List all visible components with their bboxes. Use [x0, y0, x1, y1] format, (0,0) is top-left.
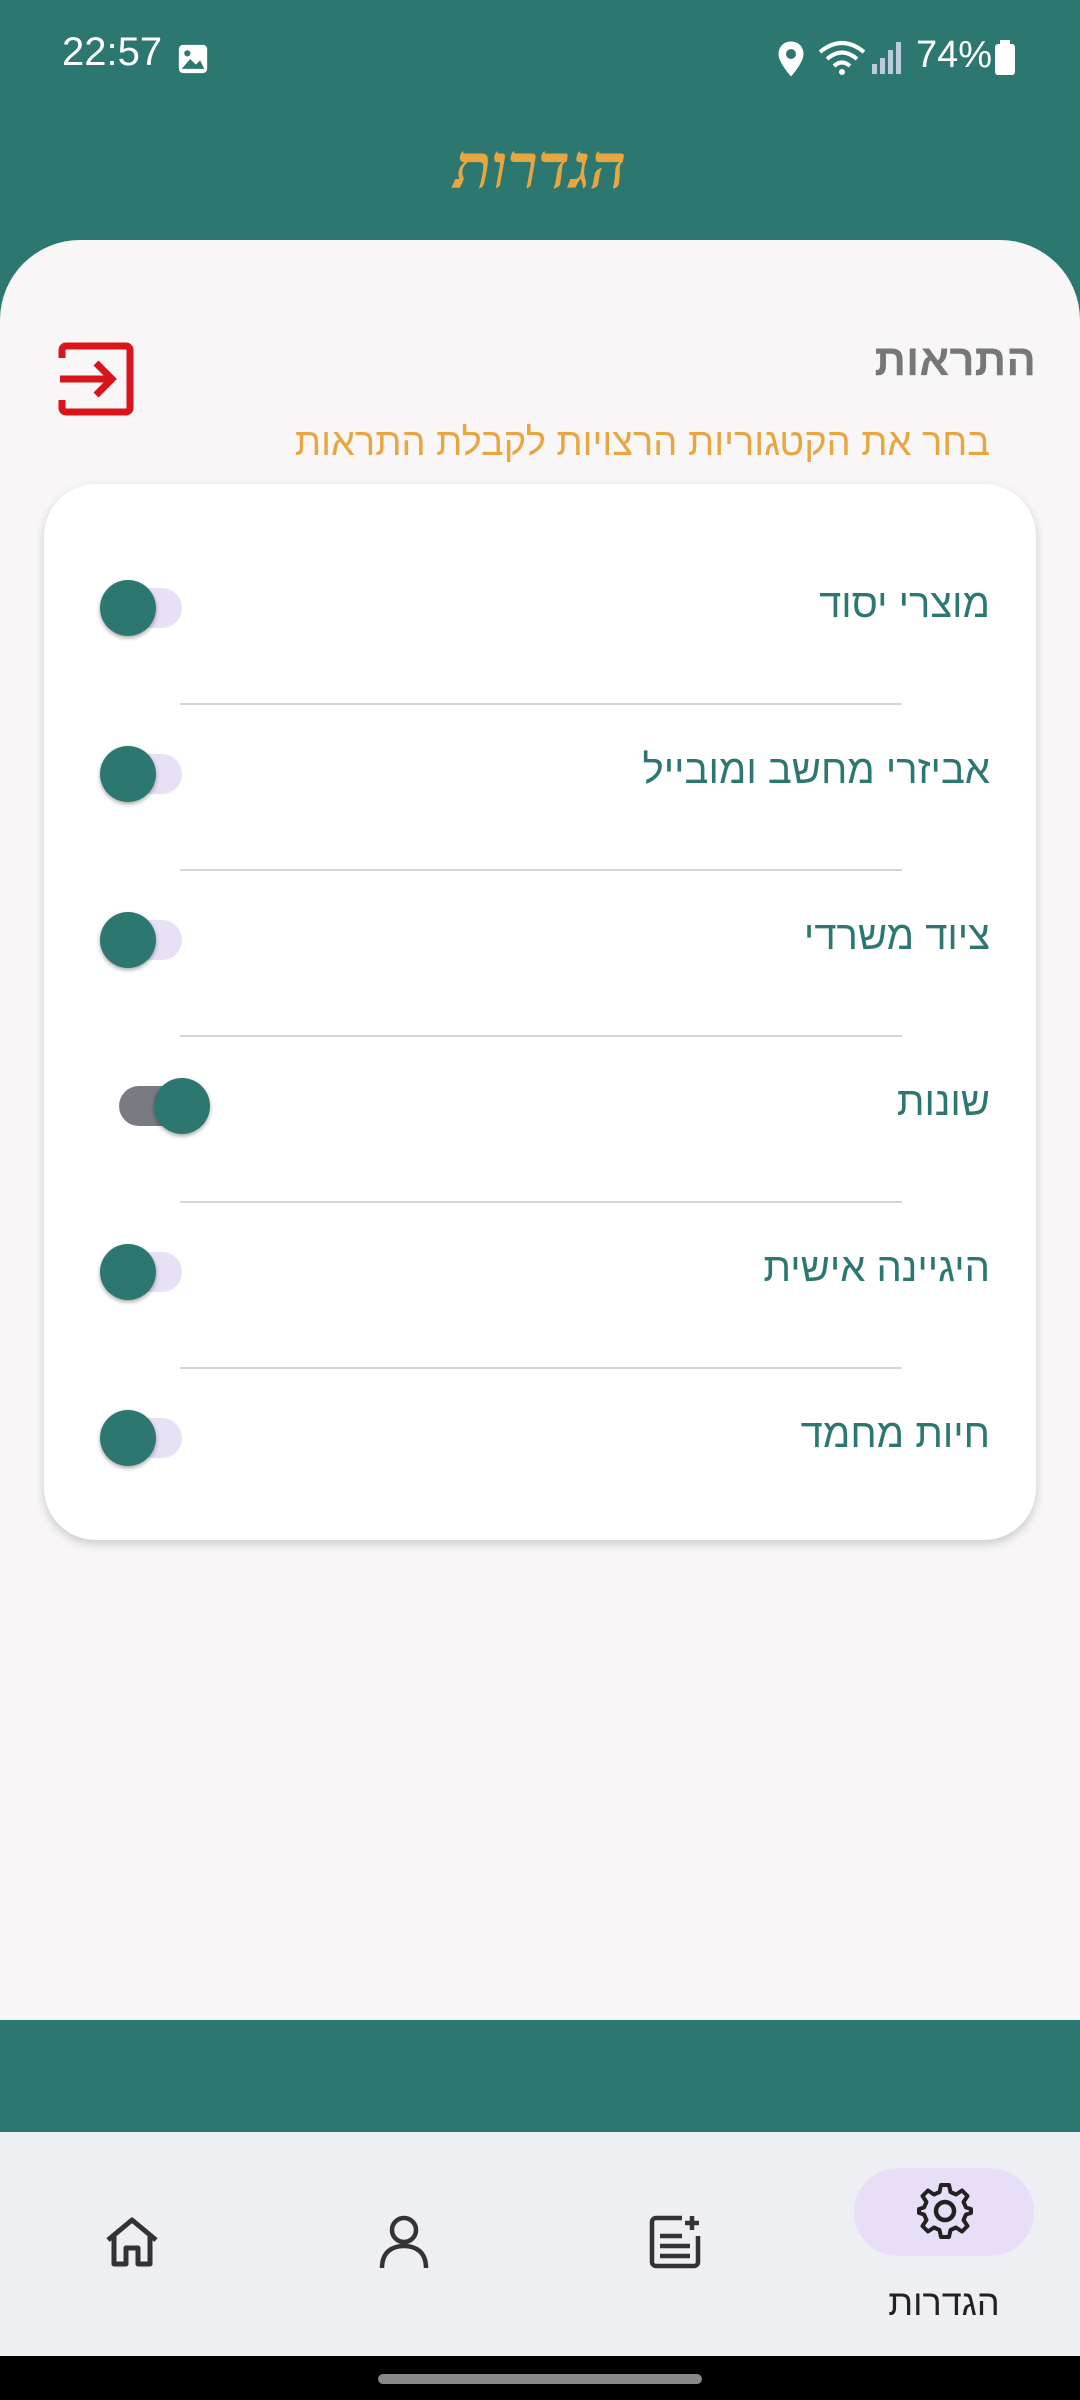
personal-hygiene-toggle[interactable] [90, 1244, 190, 1300]
nav-item-settings[interactable]: הגדרות [854, 2132, 1054, 2356]
battery-percentage: 74% [916, 34, 993, 76]
page-title: הגדרות [453, 130, 627, 203]
settings-icon [916, 2182, 974, 2245]
gesture-bar [0, 2356, 1080, 2400]
toggle-thumb [154, 1078, 210, 1134]
bottom-navigation: הגדרות [0, 2132, 1080, 2356]
location-icon [776, 40, 806, 83]
computer-accessories-toggle[interactable] [90, 746, 190, 802]
battery-icon [994, 40, 1016, 81]
home-icon [104, 2216, 160, 2273]
toggle-thumb [100, 912, 156, 968]
category-label: חיות מחמד [800, 1412, 990, 1456]
signal-icon [870, 40, 904, 81]
wifi-icon [818, 40, 866, 83]
pets-toggle[interactable] [90, 1410, 190, 1466]
profile-icon [378, 2214, 430, 2275]
category-row-office-equipment: ציוד משרדי [44, 856, 1036, 1022]
nav-item-add-list[interactable] [576, 2132, 776, 2356]
category-label: ציוד משרדי [803, 914, 990, 958]
category-row-computer-accessories: אביזרי מחשב ומובייל [44, 690, 1036, 856]
category-label: אביזרי מחשב ומובייל [642, 748, 990, 792]
category-row-pets: חיות מחמד [44, 1354, 1036, 1520]
toggle-thumb [100, 1244, 156, 1300]
logout-button[interactable] [56, 340, 134, 418]
home-gesture-handle[interactable] [378, 2374, 702, 2384]
status-bar: 22:57 74% [0, 0, 1080, 120]
status-time: 22:57 [62, 30, 163, 74]
nav-label-settings: הגדרות [888, 2282, 1000, 2323]
category-label: מוצרי יסוד [819, 582, 990, 626]
notifications-subtitle: בחר את הקטגוריות הרצויות לקבלת התראות [294, 422, 990, 464]
toggle-thumb [100, 746, 156, 802]
image-icon [176, 42, 210, 81]
category-row-miscellaneous: שונות [44, 1022, 1036, 1188]
category-label: היגיינה אישית [763, 1246, 990, 1290]
category-row-basic-products: מוצרי יסוד [44, 524, 1036, 690]
basic-products-toggle[interactable] [90, 580, 190, 636]
add-list-icon [648, 2214, 704, 2275]
notifications-title: התראות [874, 336, 1036, 385]
main-content: התראות בחר את הקטגוריות הרצויות לקבלת הת… [0, 240, 1080, 2020]
nav-item-profile[interactable] [306, 2132, 506, 2356]
notification-categories-panel: מוצרי יסוד אביזרי מחשב ומובייל ציוד משרד… [44, 484, 1036, 1540]
nav-item-home[interactable] [36, 2132, 236, 2356]
toggle-thumb [100, 580, 156, 636]
miscellaneous-toggle[interactable] [44, 1078, 214, 1134]
office-equipment-toggle[interactable] [90, 912, 190, 968]
logout-icon [56, 342, 134, 422]
toggle-thumb [100, 1410, 156, 1466]
category-label: שונות [896, 1080, 990, 1124]
category-row-personal-hygiene: היגיינה אישית [44, 1188, 1036, 1354]
